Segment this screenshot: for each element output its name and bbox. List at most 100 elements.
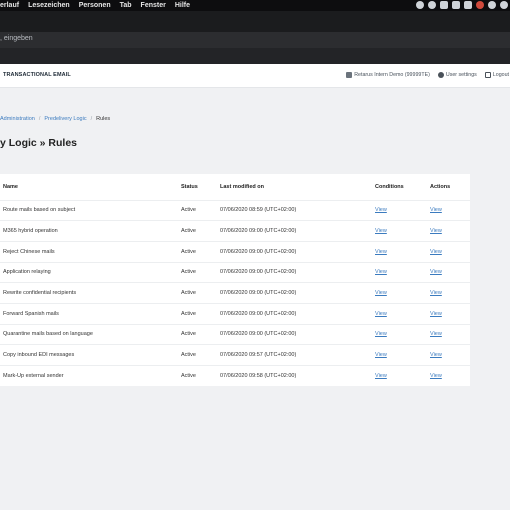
view-actions-link[interactable]: View [430,290,442,296]
rule-status: Active [181,302,220,325]
rule-status: Active [181,220,220,242]
view-actions-link[interactable]: View [430,207,442,213]
view-actions-link[interactable]: View [430,269,442,275]
breadcrumb-separator: / [90,116,93,122]
breadcrumb: Administration / Predelivery Logic / Rul… [0,112,510,126]
messages-icon[interactable] [452,1,460,9]
table-row: Reject Chinese mails Active 07/06/2020 0… [0,240,470,263]
rule-modified: 07/06/2020 09:00 (UTC+02:00) [220,261,375,283]
header-name[interactable]: Name [0,174,181,200]
header-links: Retarus Intern Demo (99999TE) User setti… [346,72,510,78]
creative-cloud-icon[interactable] [416,1,424,9]
table-header-row: Name Status Last modified on Conditions … [0,174,470,200]
menu-personen[interactable]: Personen [79,2,111,9]
view-conditions-link[interactable]: View [375,290,387,296]
rule-modified: 07/06/2020 09:00 (UTC+02:00) [220,323,375,345]
rule-status: Active [181,240,220,263]
breadcrumb-administration[interactable]: Administration [0,116,35,122]
view-conditions-link[interactable]: View [375,207,387,213]
settings-icon[interactable] [488,1,496,9]
rule-name: Mark-Up external sender [0,365,181,387]
view-conditions-link[interactable]: View [375,249,387,255]
user-icon [437,72,444,78]
table-row: M365 hybrid operation Active 07/06/2020 … [0,220,470,242]
table-row: Forward Spanish mails Active 07/06/2020 … [0,302,470,325]
view-conditions-link[interactable]: View [375,269,387,275]
rule-status: Active [181,365,220,387]
view-actions-link[interactable]: View [430,249,442,255]
cloud-icon[interactable] [476,1,484,9]
rule-status: Active [181,199,220,221]
view-actions-link[interactable]: View [430,352,442,358]
header-last-modified[interactable]: Last modified on [220,174,375,200]
status-icon[interactable] [500,1,508,9]
browser-tab-strip [0,11,510,32]
rules-table-card: Name Status Last modified on Conditions … [0,174,470,387]
view-conditions-link[interactable]: View [375,311,387,317]
rule-modified: 07/06/2020 09:58 (UTC+02:00) [220,365,375,387]
menu-tab[interactable]: Tab [120,2,132,9]
user-settings-link[interactable]: User settings [437,72,477,78]
view-actions-link[interactable]: View [430,331,442,337]
table-row: Rewrite confidential recipients Active 0… [0,282,470,304]
view-actions-link[interactable]: View [430,228,442,234]
sync-icon[interactable] [428,1,436,9]
account-selector[interactable]: Retarus Intern Demo (99999TE) [346,72,430,78]
rule-status: Active [181,282,220,304]
menu-verlauf[interactable]: erlauf [0,2,19,9]
notes-icon[interactable] [464,1,472,9]
rule-name: Application relaying [0,261,181,283]
view-actions-link[interactable]: View [430,311,442,317]
building-icon [346,72,353,78]
rule-name: Forward Spanish mails [0,302,181,325]
rule-modified: 07/06/2020 08:59 (UTC+02:00) [220,199,375,221]
page-title: y Logic » Rules [0,137,78,149]
address-placeholder[interactable]: , eingeben [0,35,33,42]
view-conditions-link[interactable]: View [375,228,387,234]
rule-name: Route mails based on subject [0,199,181,221]
address-bar[interactable]: , eingeben [0,32,510,48]
rule-status: Active [181,261,220,283]
breadcrumb-separator: / [38,116,41,122]
table-row: Route mails based on subject Active 07/0… [0,199,470,221]
header-status[interactable]: Status [181,174,220,200]
rule-name: Quarantine mails based on language [0,323,181,345]
header-actions: Actions [430,183,451,190]
account-label: Retarus Intern Demo (99999TE) [354,72,430,78]
view-conditions-link[interactable]: View [375,373,387,379]
rule-modified: 07/06/2020 09:00 (UTC+02:00) [220,240,375,263]
table-row: Application relaying Active 07/06/2020 0… [0,261,470,283]
menu-fenster[interactable]: Fenster [141,2,166,9]
header-conditions: Conditions [375,183,404,190]
table-row: Copy inbound EDI messages Active 07/06/2… [0,344,470,366]
view-conditions-link[interactable]: View [375,331,387,337]
brand-title[interactable]: TRANSACTIONAL EMAIL [3,72,71,78]
user-settings-label: User settings [445,72,477,78]
rules-table: Name Status Last modified on Conditions … [0,174,470,387]
rule-modified: 07/06/2020 09:00 (UTC+02:00) [220,302,375,325]
app-header: TRANSACTIONAL EMAIL Retarus Intern Demo … [0,64,510,88]
menu-lesezeichen[interactable]: Lesezeichen [28,2,70,9]
rule-name: Rewrite confidential recipients [0,282,181,304]
breadcrumb-predelivery-logic[interactable]: Predelivery Logic [44,116,86,122]
logout-label: Logout [492,72,509,78]
rule-modified: 07/06/2020 09:57 (UTC+02:00) [220,344,375,366]
view-conditions-link[interactable]: View [375,352,387,358]
logout-link[interactable]: Logout [484,72,509,78]
status-tray [416,1,508,9]
view-actions-link[interactable]: View [430,373,442,379]
mac-menu-bar: erlauf Lesezeichen Personen Tab Fenster … [0,0,510,11]
rule-name: M365 hybrid operation [0,220,181,242]
bookmarks-bar [0,48,510,64]
menu-hilfe[interactable]: Hilfe [175,2,190,9]
rule-status: Active [181,344,220,366]
rule-modified: 07/06/2020 09:00 (UTC+02:00) [220,220,375,242]
rule-name: Copy inbound EDI messages [0,344,181,366]
table-row: Mark-Up external sender Active 07/06/202… [0,365,470,387]
kite-icon[interactable] [440,1,448,9]
table-row: Quarantine mails based on language Activ… [0,323,470,345]
rule-name: Reject Chinese mails [0,240,181,263]
logout-icon [484,72,491,78]
rule-modified: 07/06/2020 09:00 (UTC+02:00) [220,282,375,304]
breadcrumb-rules: Rules [96,116,111,122]
